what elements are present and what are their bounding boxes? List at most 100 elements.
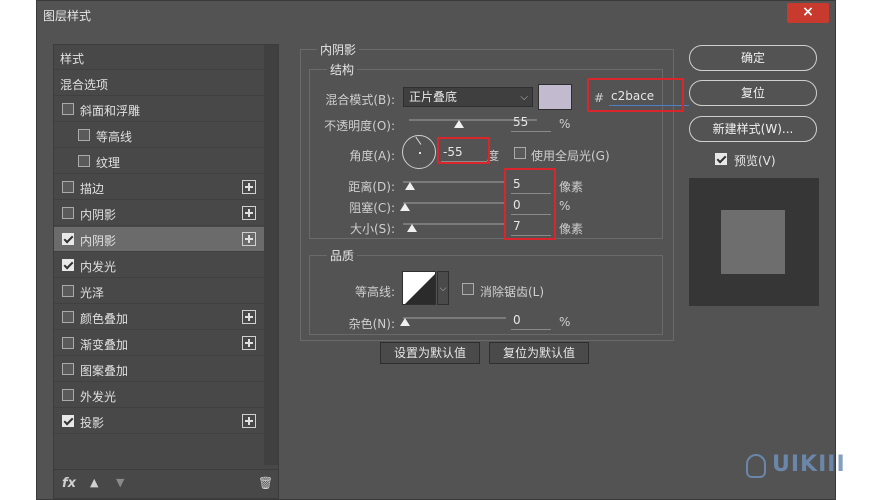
preview-label: 预览(V) [734,154,776,168]
opacity-input[interactable]: 55 [511,115,551,132]
style-list-item-label: 图案叠加 [80,364,129,378]
style-list-item[interactable]: 内阴影 [54,201,264,226]
blend-mode-select[interactable]: 正片叠底 ⌵ [403,87,533,107]
noise-unit: % [559,315,571,329]
style-list-item[interactable]: 描边 [54,175,264,200]
noise-slider[interactable] [403,317,506,319]
style-list-item-label: 渐变叠加 [80,338,129,352]
layer-style-dialog: 图层样式 × 样式 混合选项 斜面和浮雕 等高线 纹理 描边 内阴影 内阴影 内发光 光泽 颜色叠加… [36,0,836,500]
highlight-box-hex [587,78,684,112]
choke-slider-thumb[interactable] [400,203,410,211]
distance-slider-thumb[interactable] [405,182,415,190]
reset-button[interactable]: 复位 [689,80,817,106]
style-list-item-label: 内阴影 [80,234,117,248]
style-list-item[interactable]: 纹理 [54,149,264,174]
global-light-label: 使用全局光(G) [531,149,610,163]
anti-alias-label: 消除锯齿(L) [480,285,545,299]
style-list-item-label: 内发光 [80,260,117,274]
style-list-item-label: 颜色叠加 [80,312,129,326]
distance-label: 距离(D): [348,180,395,194]
style-list-item-label: 外发光 [80,390,117,404]
preview-square [721,210,785,274]
size-slider-thumb[interactable] [407,224,417,232]
chevron-down-icon: ⌵ [520,92,528,103]
move-up-icon[interactable]: ▲ [90,476,98,489]
style-checkbox[interactable] [62,415,74,427]
trash-icon[interactable]: 🗑 [258,476,273,490]
color-swatch[interactable] [538,84,572,110]
opacity-label: 不透明度(O): [324,119,395,133]
size-slider[interactable] [403,223,506,225]
preview-checkbox[interactable] [715,153,727,165]
contour-label: 等高线: [354,285,395,299]
style-list-item-label: 内阴影 [80,208,117,222]
style-checkbox[interactable] [62,181,74,193]
add-effect-icon[interactable] [242,310,256,324]
anti-alias-checkbox[interactable] [462,283,474,295]
close-button[interactable]: × [787,3,829,23]
noise-slider-thumb[interactable] [400,318,410,326]
style-checkbox[interactable] [62,285,74,297]
style-list-item[interactable]: 图案叠加 [54,357,264,382]
style-list-item-label: 斜面和浮雕 [80,104,141,118]
noise-label: 杂色(N): [348,317,395,331]
distance-slider[interactable] [403,181,506,183]
blend-mode-label: 混合模式(B): [325,93,395,107]
quality-title: 品质 [327,247,358,264]
choke-slider[interactable] [403,202,506,204]
style-checkbox[interactable] [62,233,74,245]
angle-dial[interactable] [402,135,436,169]
preview-thumbnail [689,178,819,306]
style-list-item[interactable]: 投影 [54,409,264,434]
style-list-item[interactable]: 光泽 [54,279,264,304]
style-list-item[interactable]: 斜面和浮雕 [54,97,264,122]
style-list: 样式 混合选项 斜面和浮雕 等高线 纹理 描边 内阴影 内阴影 内发光 光泽 颜色叠加 渐变叠加 图案叠… [53,44,279,499]
blend-mode-value: 正片叠底 [409,90,458,104]
style-list-item-label: 样式 [60,52,85,66]
reset-default-button[interactable]: 复位为默认值 [489,342,589,364]
highlight-box-values [504,168,556,240]
angle-label: 角度(A): [349,149,395,163]
style-list-item[interactable]: 内发光 [54,253,264,278]
style-list-item[interactable]: 外发光 [54,383,264,408]
list-scrollbar[interactable] [264,45,278,465]
style-checkbox[interactable] [62,103,74,115]
style-checkbox[interactable] [62,207,74,219]
style-checkbox[interactable] [62,337,74,349]
style-list-item-label: 描边 [80,182,105,196]
opacity-unit: % [559,117,571,131]
noise-input[interactable]: 0 [511,313,551,330]
new-style-button[interactable]: 新建样式(W)... [689,116,817,142]
style-list-item[interactable]: 等高线 [54,123,264,148]
window-title: 图层样式 [43,9,92,23]
style-list-item-label: 光泽 [80,286,105,300]
add-effect-icon[interactable] [242,206,256,220]
add-effect-icon[interactable] [242,336,256,350]
global-light-checkbox[interactable] [514,147,526,159]
style-checkbox[interactable] [78,155,90,167]
style-list-item[interactable]: 样式 [54,45,264,70]
ok-button[interactable]: 确定 [689,45,817,71]
style-checkbox[interactable] [62,311,74,323]
make-default-button[interactable]: 设置为默认值 [380,342,480,364]
contour-picker[interactable] [402,271,436,305]
style-list-item-label: 等高线 [96,130,133,144]
style-checkbox[interactable] [78,129,90,141]
style-list-item[interactable]: 颜色叠加 [54,305,264,330]
list-toolbar: fx ▲ ▼ 🗑 [54,469,278,499]
style-checkbox[interactable] [62,259,74,271]
add-effect-icon[interactable] [242,414,256,428]
fx-icon[interactable]: fx [62,476,76,491]
choke-unit: % [559,199,571,213]
style-list-item[interactable]: 混合选项 [54,71,264,96]
add-effect-icon[interactable] [242,180,256,194]
move-down-icon[interactable]: ▼ [116,476,124,489]
opacity-slider-thumb[interactable] [454,120,464,128]
add-effect-icon[interactable] [242,232,256,246]
style-checkbox[interactable] [62,363,74,375]
choke-label: 阻塞(C): [349,201,395,215]
style-list-item[interactable]: 内阴影 [54,227,264,252]
style-checkbox[interactable] [62,389,74,401]
contour-dropdown[interactable]: ⌵ [437,271,449,305]
style-list-item[interactable]: 渐变叠加 [54,331,264,356]
